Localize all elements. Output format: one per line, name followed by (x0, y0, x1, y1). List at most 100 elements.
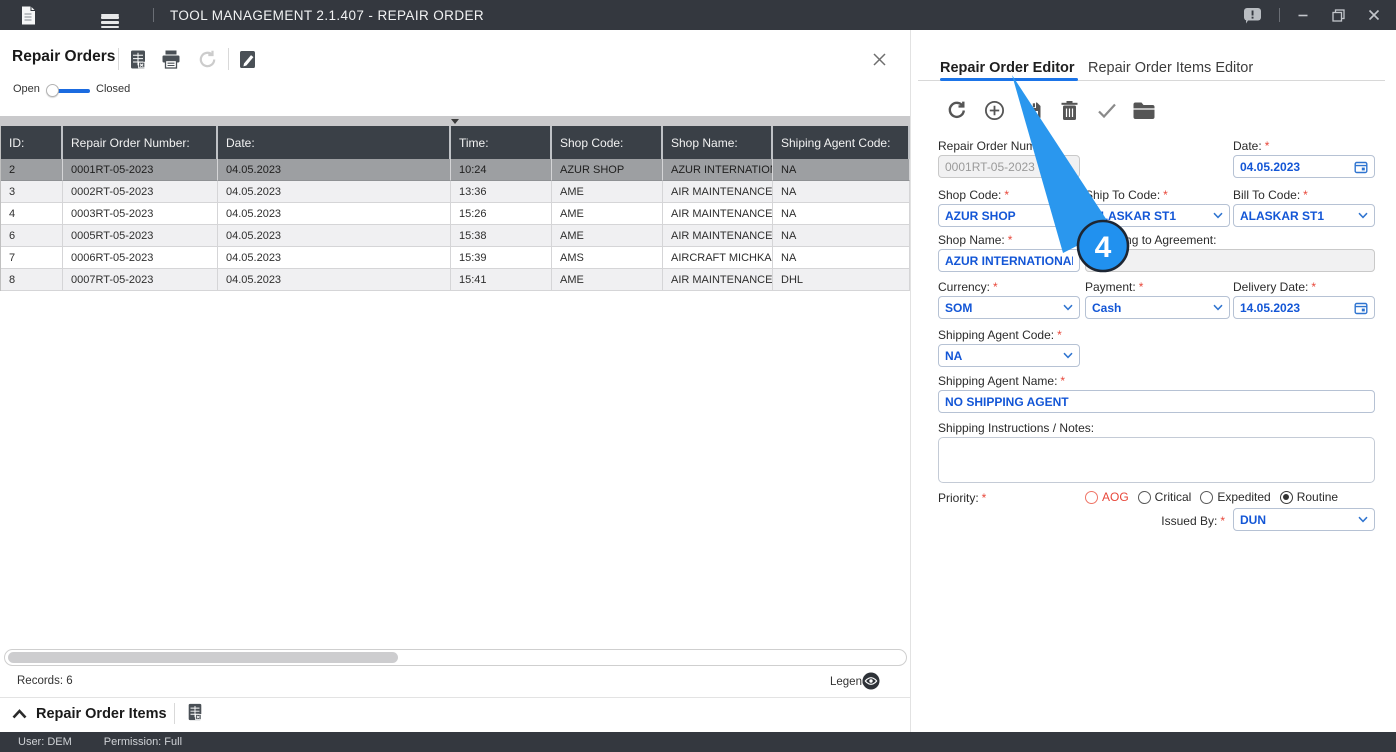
field-shipping-agent-name: Shipping Agent Name: * NO SHIPPING AGENT (938, 374, 1375, 413)
cell-time: 15:26 (451, 203, 552, 225)
table-row[interactable]: 6 0005RT-05-2023 04.05.2023 15:38 AME AI… (1, 225, 910, 247)
cell-date: 04.05.2023 (218, 225, 451, 247)
radio-circle-selected[interactable] (1279, 490, 1293, 504)
shipping-instructions-textarea[interactable] (938, 437, 1375, 483)
column-header-id[interactable]: ID: (1, 126, 63, 159)
confirm-check-icon[interactable] (1097, 102, 1117, 119)
calendar-icon[interactable] (1350, 301, 1368, 315)
field-label: Date: (1233, 139, 1262, 153)
table-row[interactable]: 8 0007RT-05-2023 04.05.2023 15:41 AME AI… (1, 269, 910, 291)
print-icon[interactable] (160, 49, 182, 70)
column-header-shop-code[interactable]: Shop Code: (552, 126, 663, 159)
cell-shop-code: AME (552, 181, 663, 203)
calendar-icon[interactable] (1350, 160, 1368, 174)
currency-select[interactable]: SOM (938, 296, 1080, 319)
edit-icon[interactable] (238, 49, 257, 70)
field-label: Shipping Instructions / Notes: (938, 421, 1095, 435)
table-row[interactable]: 7 0006RT-05-2023 04.05.2023 15:39 AMS AI… (1, 247, 910, 269)
column-header-shipping-agent-code[interactable]: Shiping Agent Code: (773, 126, 910, 159)
tab-repair-order-items-editor[interactable]: Repair Order Items Editor (1088, 60, 1253, 76)
table-header-row: ID: Repair Order Number: Date: Time: Sho… (1, 126, 910, 159)
repair-order-number-input[interactable]: 0001RT-05-2023 (938, 155, 1080, 178)
column-header-date[interactable]: Date: (218, 126, 451, 159)
issued-by-select[interactable]: DUN (1233, 508, 1375, 531)
close-window-button[interactable] (1368, 9, 1380, 21)
close-panel-icon[interactable] (872, 52, 887, 67)
delivery-date-input[interactable]: 14.05.2023 (1233, 296, 1375, 319)
cell-repair-order-number: 0005RT-05-2023 (63, 225, 218, 247)
export-excel-icon[interactable] (128, 49, 148, 70)
field-label: Currency: (938, 280, 991, 294)
menu-hamburger-icon[interactable] (101, 11, 119, 29)
cell-shop-code: AME (552, 269, 663, 291)
tab-repair-order-editor[interactable]: Repair Order Editor (940, 60, 1075, 76)
field-delivery-date: Delivery Date: * 14.05.2023 (1233, 280, 1375, 319)
date-input[interactable]: 04.05.2023 (1233, 155, 1375, 178)
radio-circle[interactable] (1137, 490, 1151, 504)
status-user: User: DEM (18, 736, 72, 748)
radio-routine[interactable]: Routine (1279, 490, 1338, 504)
legend-eye-icon[interactable] (862, 672, 880, 690)
ship-to-code-select[interactable]: ALASKAR ST1 (1085, 204, 1230, 227)
feedback-icon[interactable] (1243, 7, 1262, 24)
field-payment: Payment: * Cash (1085, 280, 1230, 319)
field-label: Shipping Agent Name: (938, 374, 1058, 388)
add-icon[interactable] (984, 100, 1005, 121)
column-header-repair-order-number[interactable]: Repair Order Number: (63, 126, 218, 159)
shipping-agent-name-input[interactable]: NO SHIPPING AGENT (938, 390, 1375, 413)
title-bar: TOOL MANAGEMENT 2.1.407 - REPAIR ORDER (0, 0, 1396, 30)
status-bar: User: DEM Permission: Full (0, 732, 1396, 752)
shipping-agent-code-select[interactable]: NA (938, 344, 1080, 367)
table-row[interactable]: 4 0003RT-05-2023 04.05.2023 15:26 AME AI… (1, 203, 910, 225)
titlebar-separator (153, 8, 154, 22)
records-count: Records: 6 (17, 675, 73, 687)
field-repair-order-number: Repair Order Number: 0001RT-05-2023 (938, 139, 1080, 178)
bill-to-code-select[interactable]: ALASKAR ST1 (1233, 204, 1375, 227)
folder-icon[interactable] (1132, 101, 1156, 120)
chevron-down-icon (1059, 304, 1073, 311)
section-divider (0, 697, 910, 698)
shop-code-input[interactable]: AZUR SHOP (938, 204, 1080, 227)
chevron-down-icon (1059, 352, 1073, 359)
cell-shipping-agent-code: NA (773, 181, 910, 203)
refresh-icon[interactable] (197, 49, 218, 70)
radio-aog[interactable]: AOG (1085, 490, 1129, 504)
items-export-excel-icon[interactable] (186, 702, 204, 722)
shop-name-input[interactable]: AZUR INTERNATIONAL COM (938, 249, 1080, 272)
radio-circle[interactable] (1200, 490, 1214, 504)
table-row[interactable]: 2 0001RT-05-2023 04.05.2023 10:24 AZUR S… (1, 159, 910, 181)
open-closed-toggle[interactable] (46, 83, 92, 98)
according-to-agreement-input[interactable] (1085, 249, 1375, 272)
h-scrollbar[interactable] (4, 649, 907, 666)
h-scrollbar-thumb[interactable] (8, 652, 398, 663)
cell-shipping-agent-code: NA (773, 159, 910, 181)
issued-by-label: Issued By: * (1161, 514, 1225, 528)
editor-refresh-icon[interactable] (946, 100, 967, 121)
minimize-button[interactable] (1297, 9, 1309, 21)
restore-button[interactable] (1332, 8, 1345, 22)
column-header-shop-name[interactable]: Shop Name: (663, 126, 773, 159)
cell-id: 8 (1, 269, 63, 291)
field-shop-code: Shop Code: * AZUR SHOP (938, 188, 1080, 227)
cell-shop-name: AIR MAINTENANCE E... (663, 269, 773, 291)
radio-critical[interactable]: Critical (1137, 490, 1191, 504)
app-document-icon[interactable] (20, 6, 36, 25)
toggle-knob[interactable] (46, 84, 59, 97)
column-header-time[interactable]: Time: (451, 126, 552, 159)
chevron-down-icon[interactable] (451, 119, 459, 124)
cell-id: 2 (1, 159, 63, 181)
table-row[interactable]: 3 0002RT-05-2023 04.05.2023 13:36 AME AI… (1, 181, 910, 203)
priority-radio-group: AOG Critical Expedited Routine (1085, 489, 1338, 505)
radio-expedited[interactable]: Expedited (1200, 490, 1271, 504)
field-label: Payment: (1085, 280, 1136, 294)
collapse-chevron-icon[interactable] (12, 709, 27, 719)
cell-shop-code: AMS (552, 247, 663, 269)
delete-trash-icon[interactable] (1060, 100, 1079, 121)
payment-select[interactable]: Cash (1085, 296, 1230, 319)
cell-time: 10:24 (451, 159, 552, 181)
radio-circle[interactable] (1085, 490, 1098, 504)
field-shipping-instructions: Shipping Instructions / Notes: (938, 421, 1375, 483)
cell-date: 04.05.2023 (218, 269, 451, 291)
column-chooser-bar[interactable] (0, 115, 910, 126)
save-icon[interactable] (1022, 100, 1043, 121)
